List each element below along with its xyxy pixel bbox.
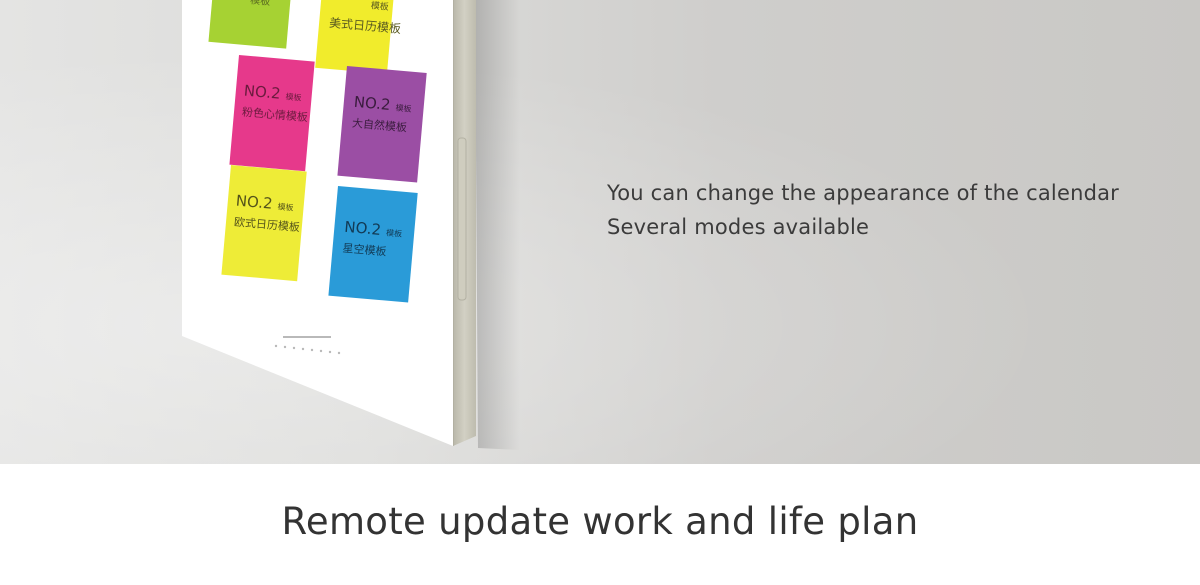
calendar-card-american-tag: 模板 bbox=[370, 0, 389, 13]
calendar-card-nature-number: NO.2 bbox=[353, 93, 391, 114]
tagline-line-1: You can change the appearance of the cal… bbox=[607, 181, 1120, 205]
device-side-button bbox=[457, 137, 467, 301]
calendar-card-starry-tag: 模板 bbox=[386, 227, 403, 238]
hero-banner: 模板 模板 美式日历模板 NO.2 模板 粉色心情模板 NO.2 模板 大自然模… bbox=[0, 0, 1200, 464]
calendar-display-device: 模板 模板 美式日历模板 NO.2 模板 粉色心情模板 NO.2 模板 大自然模… bbox=[182, 0, 520, 450]
calendar-card-green: 模板 bbox=[208, 0, 291, 49]
calendar-card-starry-number: NO.2 bbox=[344, 218, 382, 239]
calendar-card-european-number: NO.2 bbox=[235, 192, 273, 213]
device-shadow bbox=[475, 0, 520, 450]
footer-section: Remote update work and life plan bbox=[0, 464, 1200, 585]
calendar-card-pink-number: NO.2 bbox=[243, 82, 281, 103]
calendar-card-pink-tag: 模板 bbox=[285, 91, 302, 102]
calendar-card-nature-tag: 模板 bbox=[395, 102, 412, 113]
calendar-card-european-tag: 模板 bbox=[277, 201, 294, 212]
feature-tagline: You can change the appearance of the cal… bbox=[607, 176, 1119, 244]
tagline-line-2: Several modes available bbox=[607, 215, 870, 239]
footer-title: Remote update work and life plan bbox=[281, 500, 919, 543]
